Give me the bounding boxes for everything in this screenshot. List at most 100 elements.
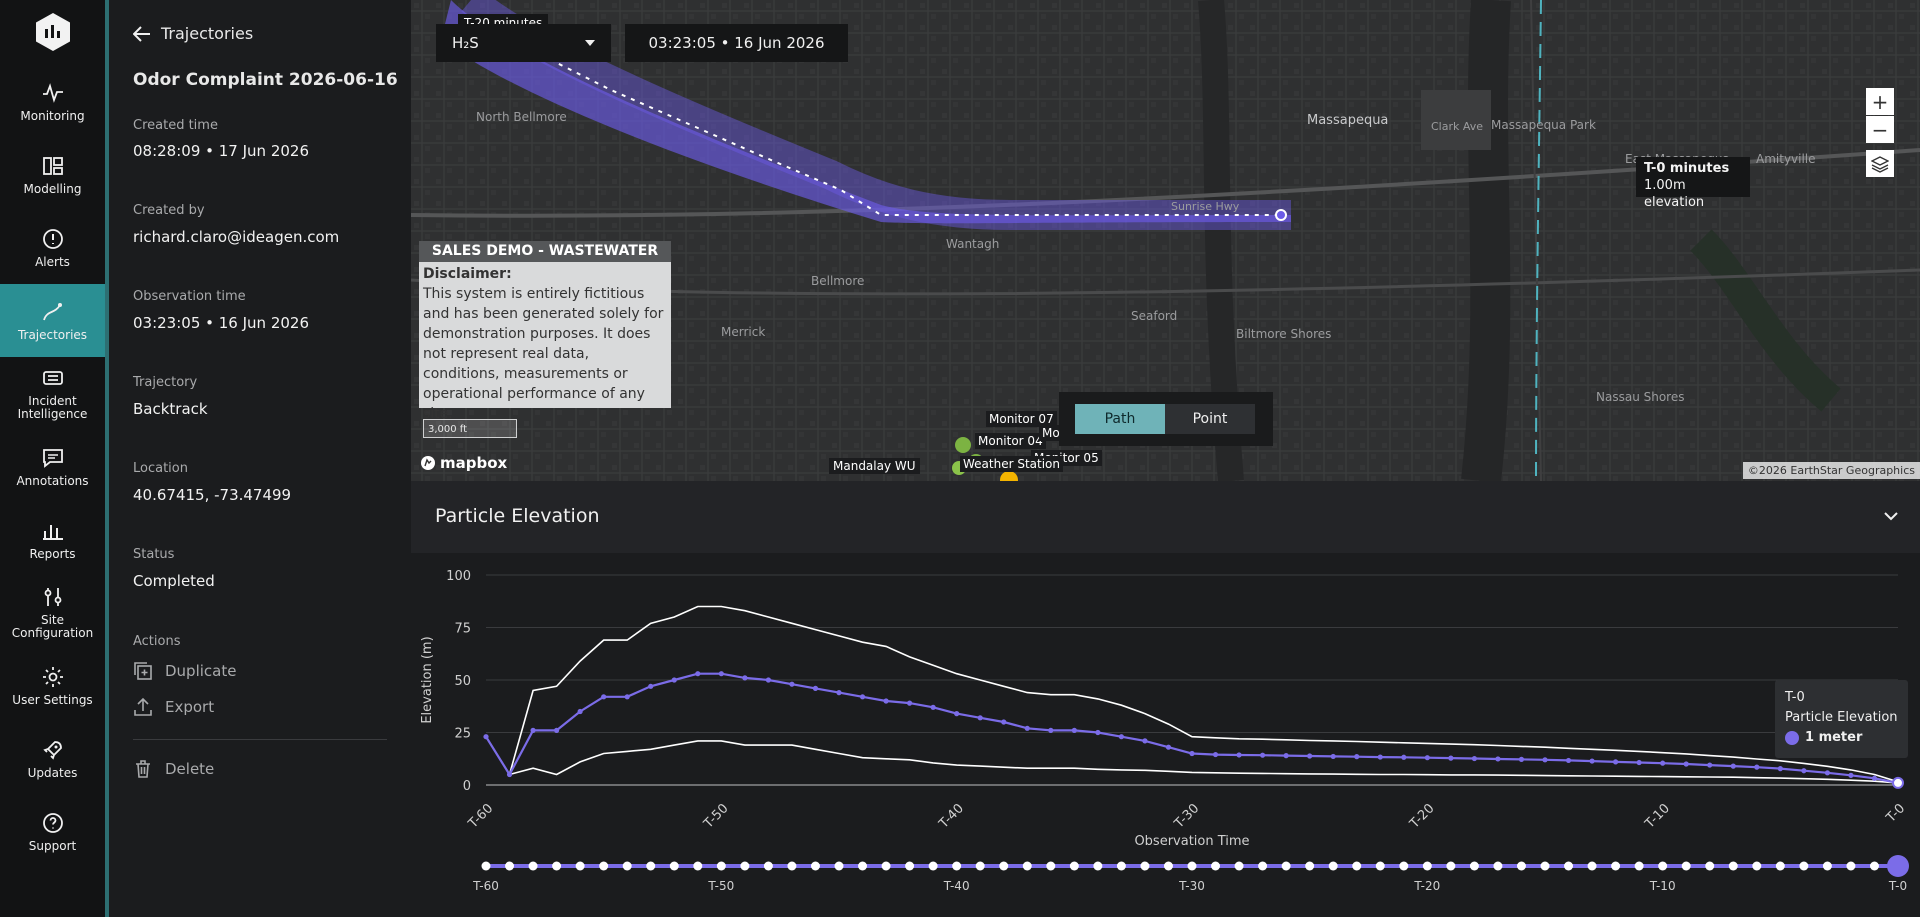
timeline-step[interactable]: [716, 861, 726, 871]
timeline-step[interactable]: [1469, 861, 1479, 871]
timeline-step[interactable]: [1446, 861, 1456, 871]
data-point[interactable]: [671, 677, 677, 683]
data-point[interactable]: [789, 681, 795, 687]
delete-action[interactable]: Delete: [133, 759, 214, 779]
timeline-step[interactable]: [1140, 861, 1150, 871]
timeline-step[interactable]: [1493, 861, 1503, 871]
timeline-step[interactable]: [881, 861, 891, 871]
data-point[interactable]: [554, 727, 560, 733]
timeline-step[interactable]: [1728, 861, 1738, 871]
timeline-step[interactable]: [1046, 861, 1056, 871]
timeline-step[interactable]: [1093, 861, 1103, 871]
timeline-step[interactable]: [1658, 861, 1668, 871]
timeline-step[interactable]: [1375, 861, 1385, 871]
timeline-step[interactable]: [669, 861, 679, 871]
nav-item-updates[interactable]: Updates: [0, 722, 105, 795]
layers-button[interactable]: [1866, 150, 1894, 177]
data-point[interactable]: [624, 694, 630, 700]
data-point[interactable]: [1471, 755, 1477, 762]
timeline-step[interactable]: [1869, 861, 1879, 871]
timeline-step[interactable]: [1305, 861, 1315, 871]
timeline-step[interactable]: [740, 861, 750, 871]
timeline-step[interactable]: [1163, 861, 1173, 871]
data-point[interactable]: [1613, 759, 1619, 765]
timeline-step[interactable]: [528, 861, 538, 871]
data-point[interactable]: [812, 685, 819, 691]
timeline-step[interactable]: [1587, 861, 1597, 871]
data-point[interactable]: [1307, 753, 1313, 759]
data-point[interactable]: [1589, 758, 1595, 764]
timeline-step[interactable]: [693, 861, 703, 871]
timeline-step[interactable]: [1328, 861, 1338, 871]
data-point[interactable]: [1542, 757, 1548, 763]
data-point[interactable]: [530, 727, 536, 733]
nav-item-modelling[interactable]: Modelling: [0, 138, 105, 211]
data-point[interactable]: [506, 771, 513, 778]
timeline-step[interactable]: [1069, 861, 1079, 871]
data-point[interactable]: [1495, 756, 1501, 762]
point-toggle-button[interactable]: Point: [1165, 404, 1255, 434]
timeline-step[interactable]: [1211, 861, 1221, 871]
pollutant-select[interactable]: H₂S: [436, 24, 611, 62]
timeline-step[interactable]: [952, 861, 962, 871]
data-point[interactable]: [1801, 768, 1807, 774]
duplicate-action[interactable]: Duplicate: [133, 661, 236, 681]
timeline-step[interactable]: [1516, 861, 1526, 871]
timeline-step[interactable]: [1611, 861, 1621, 871]
data-point[interactable]: [1283, 753, 1289, 759]
data-point[interactable]: [1071, 727, 1077, 733]
zoom-in-button[interactable]: +: [1866, 88, 1894, 115]
data-point[interactable]: [954, 711, 960, 717]
back-link[interactable]: Trajectories: [133, 24, 253, 43]
timeline-step[interactable]: [599, 861, 609, 871]
timeline-step[interactable]: [1775, 861, 1785, 871]
data-point[interactable]: [1142, 738, 1148, 744]
data-point[interactable]: [1730, 763, 1736, 769]
timeline-step[interactable]: [1634, 861, 1644, 871]
data-point[interactable]: [1377, 754, 1383, 760]
nav-item-alerts[interactable]: Alerts: [0, 211, 105, 284]
app-logo-icon[interactable]: [34, 12, 72, 52]
elevation-chart[interactable]: 0 25 50 75 100 T-60 T-50 T-40 T-30 T-20 T-10 T-0 Ele…: [411, 553, 1920, 917]
timeline-step[interactable]: [646, 861, 656, 871]
mapbox-logo[interactable]: mapbox: [420, 454, 507, 472]
timeline-step[interactable]: [905, 861, 915, 871]
nav-item-site[interactable]: Site Configuration: [0, 576, 105, 649]
export-action[interactable]: Export: [133, 697, 214, 717]
data-point[interactable]: [483, 734, 489, 740]
data-point[interactable]: [1048, 727, 1054, 733]
timeline-step[interactable]: [1799, 861, 1809, 871]
timeline-step[interactable]: [834, 861, 844, 871]
data-point[interactable]: [1777, 766, 1783, 772]
timeline-step[interactable]: [1564, 861, 1574, 871]
data-point[interactable]: [1212, 751, 1219, 758]
timeline-step[interactable]: [1399, 861, 1409, 871]
data-point[interactable]: [718, 671, 724, 677]
timeline-step[interactable]: [763, 861, 773, 871]
timeline-step[interactable]: [1116, 861, 1126, 871]
timeline-handle[interactable]: [1887, 855, 1909, 877]
monitor-04-label[interactable]: Monitor 04: [975, 433, 1046, 449]
data-point[interactable]: [1848, 772, 1854, 778]
timeline-step[interactable]: [1258, 861, 1268, 871]
mandalay-wu-label[interactable]: Mandalay WU: [829, 458, 920, 474]
nav-item-reports[interactable]: Reports: [0, 503, 105, 576]
timeline-step[interactable]: [481, 861, 491, 871]
data-point[interactable]: [601, 694, 607, 700]
data-point[interactable]: [1330, 753, 1336, 760]
observation-datetime[interactable]: 03:23:05 • 16 Jun 2026: [625, 24, 848, 62]
data-point[interactable]: [1892, 776, 1904, 789]
data-point[interactable]: [695, 671, 701, 677]
data-point[interactable]: [907, 700, 913, 706]
data-point[interactable]: [1518, 756, 1525, 762]
timeline-step[interactable]: [1681, 861, 1691, 871]
data-point[interactable]: [1660, 760, 1666, 766]
data-point[interactable]: [1824, 770, 1830, 776]
data-point[interactable]: [1118, 734, 1124, 740]
data-point[interactable]: [1189, 750, 1195, 757]
data-point[interactable]: [648, 683, 654, 689]
data-point[interactable]: [1448, 755, 1454, 761]
timeline-step[interactable]: [858, 861, 868, 871]
zoom-out-button[interactable]: −: [1866, 116, 1894, 143]
data-point[interactable]: [1095, 729, 1101, 736]
